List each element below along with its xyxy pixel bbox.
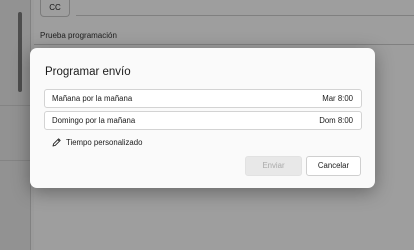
option-time: Mar 8:00 [322, 94, 353, 103]
pencil-icon [52, 138, 61, 147]
custom-time-label: Tiempo personalizado [66, 138, 143, 147]
cancel-button[interactable]: Cancelar [306, 156, 361, 176]
dialog-title: Programar envío [45, 66, 131, 78]
option-time: Dom 8:00 [319, 116, 353, 125]
schedule-send-dialog: Programar envío Mañana por la mañana Mar… [30, 48, 375, 188]
option-label: Domingo por la mañana [52, 116, 136, 125]
option-tomorrow-morning[interactable]: Mañana por la mañana Mar 8:00 [44, 89, 362, 108]
option-sunday-morning[interactable]: Domingo por la mañana Dom 8:00 [44, 111, 362, 130]
send-button[interactable]: Enviar [245, 156, 302, 176]
option-label: Mañana por la mañana [52, 94, 133, 103]
